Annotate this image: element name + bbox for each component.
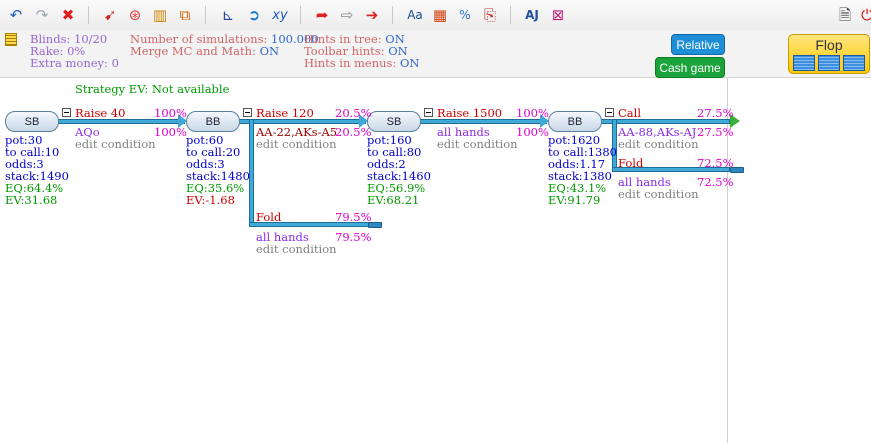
doc-icon[interactable]: 🗎 bbox=[835, 5, 855, 25]
node-ev: EV:31.68 bbox=[5, 193, 58, 207]
tree-node-sb[interactable]: SB bbox=[5, 111, 59, 132]
action-frequency: 72.5% bbox=[697, 156, 734, 170]
merge-label: Merge MC and Math: bbox=[130, 44, 256, 58]
edit-condition-link[interactable]: edit condition bbox=[618, 138, 699, 150]
flop-button[interactable]: Flop bbox=[788, 34, 870, 74]
edit-condition-link[interactable]: edit condition bbox=[437, 138, 518, 150]
exit-icon[interactable]: ⏻ bbox=[857, 5, 871, 25]
tree-node-bb[interactable]: BB bbox=[548, 111, 602, 132]
node-stats: pot:30 to call:10 odds:3 stack:1490 EQ:6… bbox=[5, 134, 69, 206]
action-range-pct: 100% bbox=[154, 125, 187, 139]
action-frequency: 100% bbox=[154, 106, 187, 120]
export-icon[interactable]: ⧉ bbox=[175, 5, 195, 25]
action-range-pct: 100% bbox=[516, 125, 549, 139]
solve-icon[interactable]: ➹ bbox=[100, 5, 120, 25]
action-name[interactable]: Raise 1500 bbox=[437, 107, 502, 119]
cash-game-button[interactable]: Cash game bbox=[655, 57, 725, 78]
edit-condition-link[interactable]: edit condition bbox=[256, 243, 337, 255]
action-frequency: 27.5% bbox=[697, 106, 734, 120]
redo-icon[interactable]: ↷ bbox=[32, 5, 52, 25]
tree-canvas bbox=[0, 78, 871, 443]
compare-icon[interactable]: AJ bbox=[522, 5, 542, 25]
node-ev: EV:-1.68 bbox=[186, 193, 235, 207]
merge-row: Merge MC and Math: ON bbox=[130, 45, 279, 57]
table-icon[interactable]: % bbox=[455, 5, 475, 25]
action-name[interactable]: Fold bbox=[618, 157, 643, 169]
red-arrow-right-icon[interactable]: ➔ bbox=[362, 5, 382, 25]
hints-menus-label: Hints in menus: bbox=[304, 56, 397, 70]
flop-label: Flop bbox=[815, 37, 843, 53]
node-stats: pot:1620 to call:1380 odds:1.17 stack:13… bbox=[548, 134, 617, 206]
toolbar-separator bbox=[205, 6, 206, 24]
flop-card-slot[interactable] bbox=[818, 55, 840, 71]
strategy-ev: Strategy EV: Not available bbox=[75, 82, 230, 96]
relative-button[interactable]: Relative bbox=[671, 34, 725, 55]
action-range-pct: 79.5% bbox=[335, 230, 372, 244]
action-name[interactable]: Call bbox=[618, 107, 641, 119]
action-range-pct: 20.5% bbox=[335, 125, 372, 139]
action-name[interactable]: Raise 120 bbox=[256, 107, 314, 119]
action-frequency: 100% bbox=[516, 106, 549, 120]
action-frequency: 20.5% bbox=[335, 106, 372, 120]
hints-menus-row: Hints in menus: ON bbox=[304, 57, 420, 69]
toolbar-separator bbox=[392, 6, 393, 24]
toolbar-separator bbox=[88, 6, 89, 24]
collapse-toggle[interactable] bbox=[605, 108, 614, 117]
action-name[interactable]: Raise 40 bbox=[75, 107, 125, 119]
red-arrow-icon[interactable]: ➦ bbox=[312, 5, 332, 25]
white-arrow-icon[interactable]: ⇨ bbox=[337, 5, 357, 25]
merge-value: ON bbox=[259, 44, 280, 58]
edit-condition-link[interactable]: edit condition bbox=[618, 188, 699, 200]
text-icon[interactable]: Aa bbox=[405, 5, 425, 25]
stats-icon[interactable]: ▥ bbox=[150, 5, 170, 25]
flop-card-slot[interactable] bbox=[793, 55, 815, 71]
toolbar-separator bbox=[300, 6, 301, 24]
settings-summary-bar: Blinds: 10/20 Rake: 0% Extra money: 0 Nu… bbox=[0, 30, 871, 78]
toolbar-separator bbox=[510, 6, 511, 24]
grid-icon[interactable]: ▦ bbox=[430, 5, 450, 25]
node-stats: pot:60 to call:20 odds:3 stack:1480 EQ:3… bbox=[186, 134, 250, 206]
delete-icon[interactable]: ✖ bbox=[58, 5, 78, 25]
action-name[interactable]: Fold bbox=[256, 211, 281, 223]
node-ev: EV:91.79 bbox=[548, 193, 601, 207]
axis-icon[interactable]: ⊾ bbox=[218, 5, 238, 25]
tree-node-bb[interactable]: BB bbox=[186, 111, 240, 132]
collapse-toggle[interactable] bbox=[424, 108, 433, 117]
hints-menus-value: ON bbox=[400, 56, 420, 70]
ai-icon[interactable]: ⊠ bbox=[548, 5, 568, 25]
action-range-pct: 27.5% bbox=[697, 125, 734, 139]
tree-node-sb[interactable]: SB bbox=[367, 111, 421, 132]
node-stats: pot:160 to call:80 odds:2 stack:1460 EQ:… bbox=[367, 134, 431, 206]
settings-icon bbox=[5, 33, 17, 46]
xy-icon[interactable]: xy bbox=[270, 5, 290, 25]
node-ev: EV:68.21 bbox=[367, 193, 420, 207]
main-toolbar: ↶ ↷ ✖ ➹ ⊛ ▥ ⧉ ⊾ ➲ xy ➦ ⇨ ➔ Aa ▦ % ⎘ AJ ⊠… bbox=[0, 0, 871, 31]
action-frequency: 79.5% bbox=[335, 210, 372, 224]
extra-money-value: 0 bbox=[111, 56, 119, 70]
collapse-toggle[interactable] bbox=[62, 108, 71, 117]
flop-card-slot[interactable] bbox=[843, 55, 865, 71]
extra-money-label: Extra money: bbox=[30, 56, 108, 70]
edit-condition-link[interactable]: edit condition bbox=[256, 138, 337, 150]
forward-icon[interactable]: ➲ bbox=[244, 5, 264, 25]
action-range-pct: 72.5% bbox=[697, 175, 734, 189]
paste-icon[interactable]: ⎘ bbox=[480, 5, 500, 25]
collapse-toggle[interactable] bbox=[243, 108, 252, 117]
extra-money-row: Extra money: 0 bbox=[30, 57, 119, 69]
edit-condition-link[interactable]: edit condition bbox=[75, 138, 156, 150]
cc-icon[interactable]: ⊛ bbox=[125, 5, 145, 25]
undo-icon[interactable]: ↶ bbox=[6, 5, 26, 25]
